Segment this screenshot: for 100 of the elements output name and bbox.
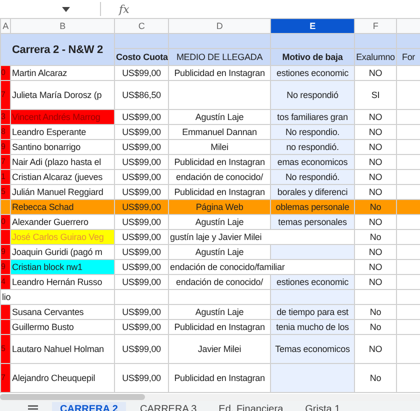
- table-cell: No respondio.: [270, 124, 354, 140]
- column-header[interactable]: F: [354, 18, 396, 34]
- table-cell: Martin Alcaraz: [10, 66, 114, 80]
- horizontal-scrollbar[interactable]: [0, 394, 145, 400]
- table-cell: NO: [354, 140, 396, 154]
- column-header[interactable]: B: [10, 18, 114, 34]
- table-cell: Susana Cervantes: [10, 304, 114, 320]
- table-cell: US$99,00: [114, 244, 168, 260]
- table-cell: US$99,00: [114, 154, 168, 170]
- table-cell: Lautaro Nahuel Holman: [10, 334, 114, 364]
- row-number-cell: 7: [0, 80, 10, 110]
- row-number-cell: 9: [0, 260, 10, 274]
- caret-icon[interactable]: [62, 6, 70, 12]
- table-cell: Agustín Laje: [168, 214, 270, 230]
- table-cell: No: [354, 364, 396, 392]
- table-cell: US$99,00: [114, 260, 168, 274]
- row-number-cell: 9: [0, 244, 10, 260]
- table-cell: Cristian Alcaraz (jueves: [10, 170, 114, 184]
- row-number-cell: 4: [0, 274, 10, 290]
- table-cell: SI: [354, 80, 396, 110]
- sheet-title: Carrera 2 - N&W 2: [0, 34, 114, 66]
- table-cell: US$99,00: [114, 364, 168, 392]
- table-cell: US$99,00: [114, 124, 168, 140]
- table-cell: Publicidad en Instagran: [168, 364, 270, 392]
- table-cell: No respondió.: [270, 170, 354, 184]
- table-cell: US$99,00: [114, 274, 168, 290]
- table-cell: Guillermo Busto: [10, 320, 114, 334]
- row-number-cell: 1: [0, 170, 10, 184]
- table-cell: US$99,00: [114, 214, 168, 230]
- table-cell: Emmanuel Dannan: [168, 124, 270, 140]
- table-cell: US$99,00: [114, 304, 168, 320]
- fx-label: fx: [119, 2, 130, 16]
- table-cell: temas personales: [270, 214, 354, 230]
- table-cell: NO: [354, 66, 396, 80]
- table-cell: US$99,00: [114, 170, 168, 184]
- row-number-cell: 5: [0, 334, 10, 364]
- column-heading: MEDIO DE LLEGADA: [168, 48, 270, 66]
- table-cell: US$99,00: [114, 200, 168, 214]
- table-cell: borales y diferenci: [270, 184, 354, 200]
- column-header[interactable]: D: [168, 18, 270, 34]
- table-cell: NO: [354, 334, 396, 364]
- table-cell: NO: [354, 124, 396, 140]
- table-cell: Leandro Esperante: [10, 124, 114, 140]
- table-cell: tenia mucho de los: [270, 320, 354, 334]
- table-cell: Cristian block nw1: [10, 260, 114, 274]
- table-cell: US$99,00: [114, 140, 168, 154]
- table-cell: No respondió: [270, 80, 354, 110]
- table-cell: no respondió.: [270, 140, 354, 154]
- table-cell: tos familiares gran: [270, 110, 354, 124]
- table-cell: NO: [354, 170, 396, 184]
- table-cell: Milei: [168, 140, 270, 154]
- table-cell: US$99,00: [114, 230, 168, 244]
- table-cell: No: [354, 320, 396, 334]
- column-heading: Exalumno: [354, 48, 396, 66]
- table-cell: de tiempo para est: [270, 304, 354, 320]
- table-cell: Leandro Hernán Russo: [10, 274, 114, 290]
- table-cell: US$99,00: [114, 334, 168, 364]
- table-cell: Página Web: [168, 200, 270, 214]
- row-number-cell: 0: [0, 66, 10, 80]
- table-cell: endación de conocido/: [168, 170, 270, 184]
- table-cell: oblemas personale: [270, 200, 354, 214]
- table-cell: Temas economicos: [270, 334, 354, 364]
- column-header[interactable]: A: [0, 18, 10, 34]
- table-cell: Agustín Laje: [168, 304, 270, 320]
- table-cell: US$99,00: [114, 66, 168, 80]
- table-cell: Nair Adi (plazo hasta el: [10, 154, 114, 170]
- table-cell: Agustín Laje: [168, 110, 270, 124]
- table-cell: Publicidad en Instagran: [168, 154, 270, 170]
- table-cell: Rebecca Schad: [10, 200, 114, 214]
- row-number-cell: 0: [0, 214, 10, 230]
- table-cell: No: [354, 230, 396, 244]
- table-cell: Alejandro Cheuquepil: [10, 364, 114, 392]
- column-header[interactable]: E: [270, 18, 354, 34]
- row-number-cell: 8: [0, 124, 10, 140]
- column-header[interactable]: C: [114, 18, 168, 34]
- column-heading: Motivo de baja: [270, 48, 354, 66]
- table-cell: US$86,50: [114, 80, 168, 110]
- table-cell: Vincent Andrés Marrog: [10, 110, 114, 124]
- row-number-cell: 3: [0, 110, 10, 124]
- table-cell: Agustín Laje: [168, 244, 270, 260]
- table-cell: José Carlos Guirao Veg: [10, 230, 114, 244]
- table-cell: emas economicos: [270, 154, 354, 170]
- column-heading: Costo Cuota: [114, 48, 168, 66]
- table-cell: Santino bonarrigo: [10, 140, 114, 154]
- table-cell: estiones economic: [270, 274, 354, 290]
- row-number-cell: 7: [0, 154, 10, 170]
- table-cell: NO: [354, 110, 396, 124]
- row-number-cell: 7: [0, 364, 10, 392]
- table-cell: No: [354, 200, 396, 214]
- table-cell: NO: [354, 154, 396, 170]
- group-label: lio: [2, 292, 11, 302]
- table-cell: No: [354, 304, 396, 320]
- menu-icon[interactable]: [28, 405, 38, 411]
- table-cell: US$99,00: [114, 320, 168, 334]
- row-number-cell: 5: [0, 184, 10, 200]
- column-heading: For: [396, 48, 420, 66]
- table-cell: estiones economic: [270, 66, 354, 80]
- table-cell: NO: [354, 214, 396, 230]
- row-number-cell: 9: [0, 140, 10, 154]
- table-cell: NO: [354, 274, 396, 290]
